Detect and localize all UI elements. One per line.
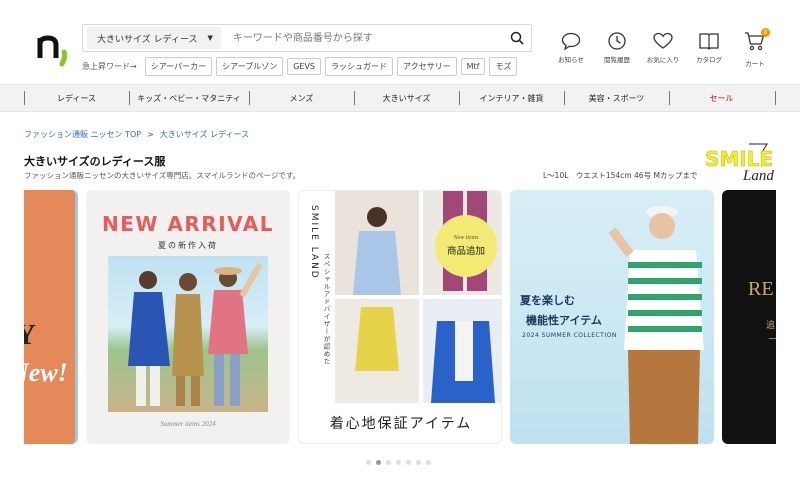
trend-chip[interactable]: シアーブルゾン bbox=[216, 57, 284, 76]
breadcrumb-separator: > bbox=[147, 130, 154, 139]
breadcrumb-top-link[interactable]: ファッション通販 ニッセン TOP bbox=[24, 129, 141, 140]
models-photo-icon bbox=[128, 262, 263, 406]
carousel-slide[interactable]: AY New! bbox=[24, 190, 78, 444]
slide5-line1: 追 bbox=[766, 321, 776, 331]
notification-label: お知らせ bbox=[558, 56, 584, 64]
catalog-label: カタログ bbox=[696, 56, 722, 64]
trend-chip[interactable]: モズ bbox=[489, 57, 518, 76]
carousel-slide-comfort[interactable]: SMILE LAND スペシャルアドバイザーが認めた New items 商品追… bbox=[298, 190, 502, 444]
cart-button[interactable]: 0 カート bbox=[732, 28, 778, 68]
nav-divider bbox=[775, 91, 776, 105]
trend-chip[interactable]: ラッシュガード bbox=[325, 57, 394, 76]
slide4-model-icon bbox=[608, 206, 704, 444]
search-bar: 大きいサイズ レディース ▼ bbox=[82, 24, 532, 52]
slide5-line2: ー bbox=[768, 335, 776, 345]
carousel-slide-new-arrival[interactable]: NEW ARRIVAL 夏の新作入荷 Summer items 2024 bbox=[86, 190, 290, 444]
page-description: ファッション通販ニッセンの大きいサイズ専門店。スマイルランドのページです。 bbox=[24, 171, 301, 180]
cart-label: カート bbox=[745, 60, 765, 68]
slide4-line1: 夏を楽しむ bbox=[520, 294, 575, 307]
slide3-vertical-sub: スペシャルアドバイザーが認めた bbox=[322, 253, 330, 366]
smile-land-logo[interactable]: SMILE Land bbox=[703, 140, 779, 184]
header-icons: お知らせ 閲覧履歴 お気に入り カタログ 0 カート bbox=[548, 28, 778, 68]
nissen-logo-icon bbox=[37, 35, 68, 67]
history-button[interactable]: 閲覧履歴 bbox=[594, 30, 640, 68]
carousel-dot[interactable] bbox=[386, 460, 391, 465]
favorite-button[interactable]: お気に入り bbox=[640, 30, 686, 68]
chat-bubble-icon bbox=[561, 32, 581, 51]
notification-button[interactable]: お知らせ bbox=[548, 30, 594, 68]
search-input[interactable] bbox=[220, 25, 503, 51]
trend-label: 急上昇ワード→ bbox=[82, 62, 137, 71]
nissen-logo[interactable] bbox=[36, 28, 76, 68]
trend-chip[interactable]: Mtf bbox=[460, 58, 486, 75]
carousel-dot[interactable] bbox=[376, 460, 381, 465]
smile-land-logo-icon: SMILE Land bbox=[705, 143, 774, 184]
catalog-button[interactable]: カタログ bbox=[686, 30, 732, 68]
carousel-dot[interactable] bbox=[416, 460, 421, 465]
slide2-title: NEW ARRIVAL bbox=[102, 212, 274, 236]
carousel-dot[interactable] bbox=[406, 460, 411, 465]
heart-icon bbox=[653, 32, 673, 49]
carousel-slide-summer[interactable]: 夏を楽しむ 機能性アイテム 2024 SUMMER COLLECTION bbox=[510, 190, 714, 444]
smile-logo-script: Land bbox=[742, 168, 774, 184]
nav-item-kids[interactable]: キッズ・ベビー・マタニティ bbox=[129, 85, 249, 111]
slide3-bottom-text: 着心地保証アイテム bbox=[329, 416, 473, 432]
chevron-down-icon: ▼ bbox=[207, 34, 213, 42]
cart-badge: 0 bbox=[761, 28, 770, 37]
slide2-caption: Summer items 2024 bbox=[160, 420, 216, 428]
size-note: L～10L ウエスト154cm 46号 Mカップまで bbox=[543, 171, 698, 180]
slide1-text: AY bbox=[24, 320, 36, 352]
nav-item-large-size[interactable]: 大きいサイズ bbox=[354, 85, 459, 111]
trend-chip[interactable]: シアーパーカー bbox=[144, 57, 213, 76]
clock-icon bbox=[608, 32, 626, 50]
slide5-text: RE bbox=[748, 278, 774, 300]
search-category-select[interactable]: 大きいサイズ レディース ▼ bbox=[87, 27, 221, 49]
slide3-vertical-title: SMILE LAND bbox=[309, 205, 319, 280]
search-icon bbox=[510, 31, 524, 45]
nav-item-ladies[interactable]: レディース bbox=[24, 85, 129, 111]
nav-item-interior[interactable]: インテリア・雑貨 bbox=[459, 85, 564, 111]
search-category-label: 大きいサイズ レディース bbox=[97, 34, 198, 45]
trend-words: 急上昇ワード→ シアーパーカー シアーブルゾン GEVS ラッシュガード アクセ… bbox=[82, 57, 518, 76]
carousel-dot[interactable] bbox=[396, 460, 401, 465]
slide2-photo bbox=[108, 256, 268, 412]
slide4-line2: 機能性アイテム bbox=[526, 314, 602, 327]
carousel-dot[interactable] bbox=[366, 460, 371, 465]
carousel-dot[interactable] bbox=[426, 460, 431, 465]
carousel-pagination bbox=[366, 460, 431, 465]
trend-chip[interactable]: アクセサリー bbox=[397, 57, 457, 76]
slide4-line3: 2024 SUMMER COLLECTION bbox=[522, 332, 617, 339]
new-items-badge: New items 商品追加 bbox=[435, 215, 497, 277]
nav-item-sale[interactable]: セール bbox=[669, 85, 774, 111]
book-icon bbox=[699, 33, 719, 50]
history-label: 閲覧履歴 bbox=[604, 56, 630, 64]
slide2-subtitle: 夏の新作入荷 bbox=[158, 241, 218, 250]
breadcrumb-current-link[interactable]: 大きいサイズ レディース bbox=[160, 129, 249, 140]
page-title: 大きいサイズのレディース服 bbox=[24, 155, 166, 168]
trend-chip[interactable]: GEVS bbox=[287, 58, 322, 75]
badge-en: New items bbox=[453, 235, 479, 241]
category-nav: レディース キッズ・ベビー・マタニティ メンズ 大きいサイズ インテリア・雑貨 … bbox=[0, 84, 800, 112]
favorite-label: お気に入り bbox=[646, 56, 680, 64]
nav-item-beauty-sports[interactable]: 美容・スポーツ bbox=[564, 85, 669, 111]
cart-icon-wrap: 0 bbox=[744, 28, 770, 56]
slide1-script: New! bbox=[24, 358, 68, 387]
carousel-slide[interactable]: RE 追 ー bbox=[722, 190, 776, 444]
nav-item-mens[interactable]: メンズ bbox=[249, 85, 354, 111]
search-button[interactable] bbox=[503, 24, 531, 52]
hero-carousel[interactable]: AY New! NEW ARRIVAL 夏の新作入荷 bbox=[24, 190, 776, 444]
badge-jp: 商品追加 bbox=[446, 246, 485, 257]
breadcrumb: ファッション通販 ニッセン TOP > 大きいサイズ レディース bbox=[24, 129, 249, 140]
